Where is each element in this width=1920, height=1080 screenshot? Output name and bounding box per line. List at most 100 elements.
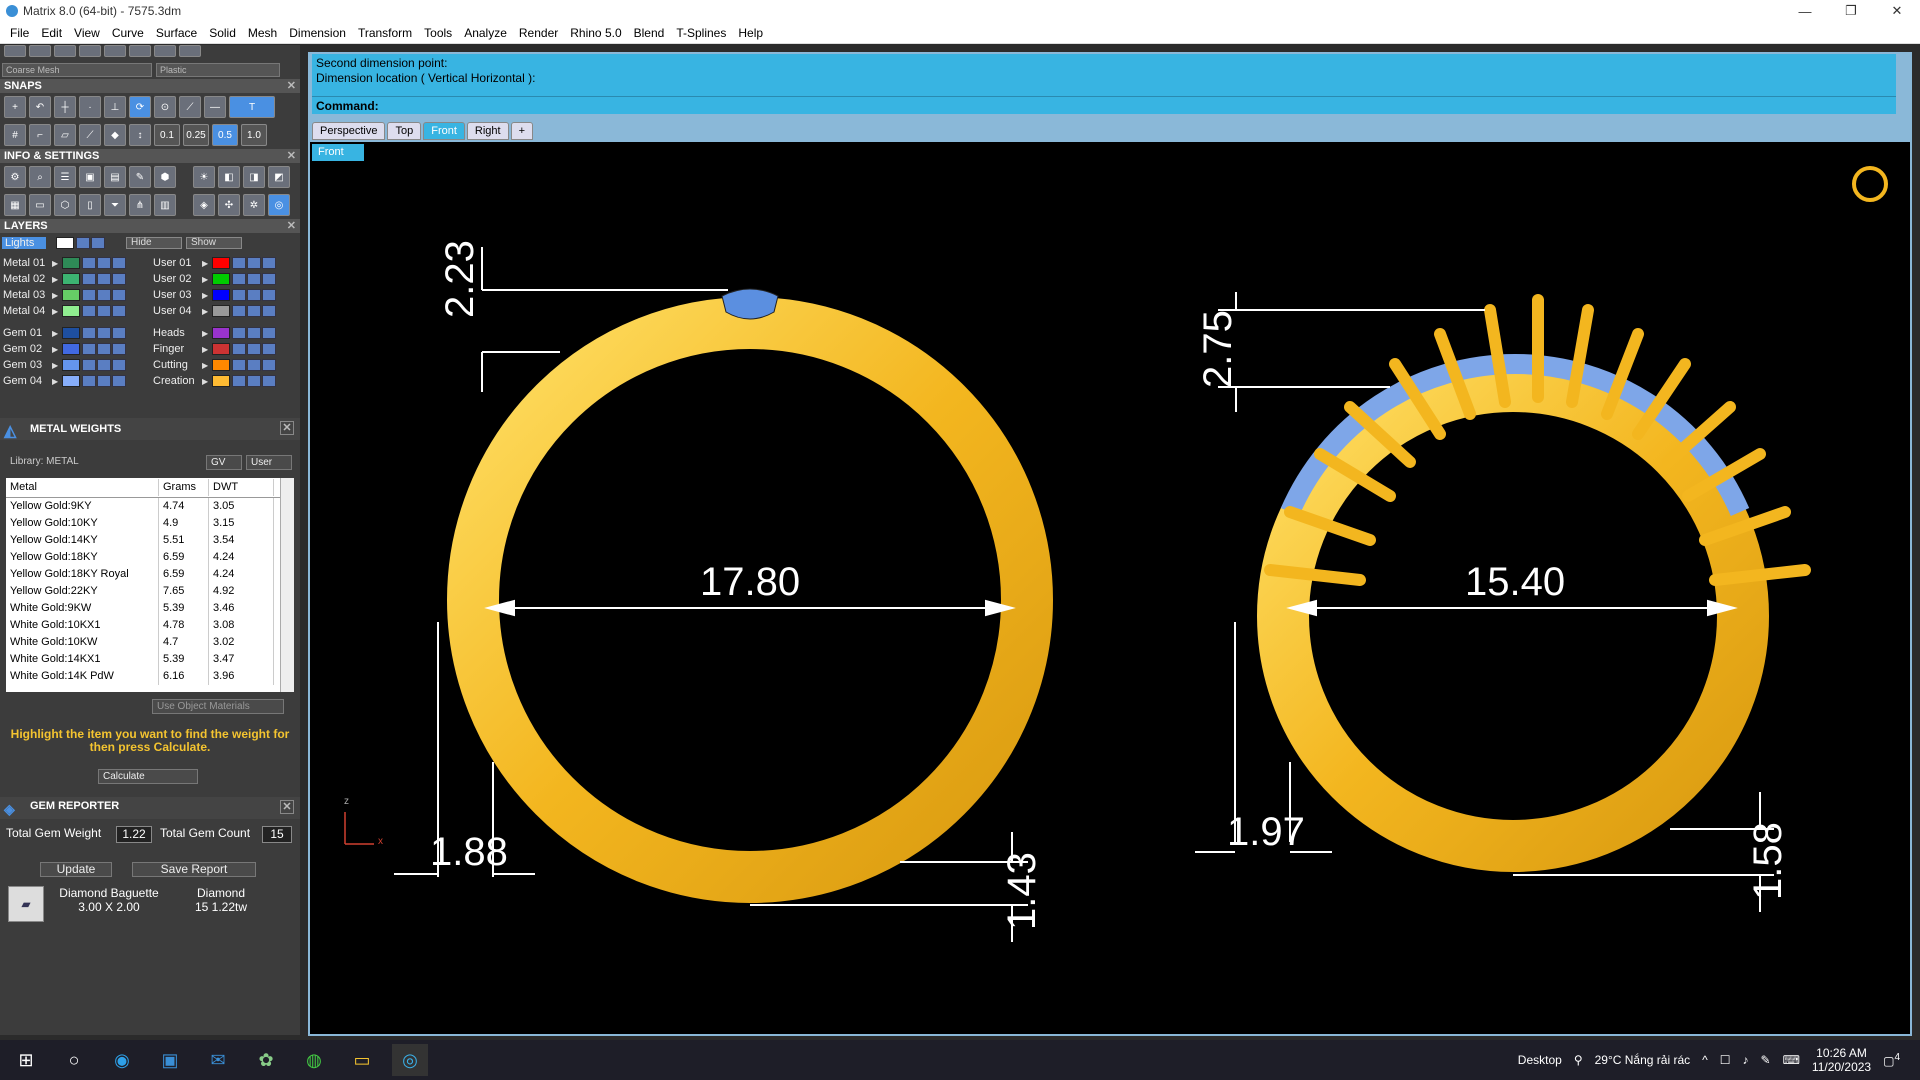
dim-ring-2-top[interactable]: 2.75 — [1196, 310, 1241, 388]
layer-row[interactable]: Metal 01 ▶ — [0, 255, 150, 271]
table-row[interactable]: Yellow Gold:9KY 4.74 3.05 — [6, 498, 294, 515]
header-grams[interactable]: Grams — [159, 479, 209, 496]
search-icon[interactable]: ⌕ — [29, 166, 51, 188]
header-dwt[interactable]: DWT — [209, 479, 274, 496]
mesh-icon[interactable]: ⬡ — [54, 194, 76, 216]
layer-toggle-icon[interactable] — [112, 305, 126, 317]
table-row[interactable]: White Gold:14KX1 5.39 3.47 — [6, 651, 294, 668]
tool-icon[interactable] — [4, 45, 26, 57]
cube-icon[interactable]: ⬢ — [154, 166, 176, 188]
layer-color-swatch[interactable] — [212, 305, 230, 317]
layer-toggle-icon[interactable] — [97, 359, 111, 371]
layer-toggle-icon[interactable] — [247, 343, 261, 355]
show-button[interactable]: Show — [186, 237, 242, 249]
menu-file[interactable]: File — [4, 26, 35, 40]
layer-toggle-icon[interactable] — [247, 273, 261, 285]
gem-icon[interactable]: ◈ — [193, 194, 215, 216]
desktop-label[interactable]: Desktop — [1518, 1053, 1562, 1067]
expand-icon[interactable]: ▶ — [202, 291, 212, 300]
layer-toggle-icon[interactable] — [232, 273, 246, 285]
menu-transform[interactable]: Transform — [352, 26, 418, 40]
layer-toggle-icon[interactable] — [97, 327, 111, 339]
layer-toggle-icon[interactable] — [112, 375, 126, 387]
layer-color-swatch[interactable] — [62, 273, 80, 285]
layer-toggle-icon[interactable] — [97, 375, 111, 387]
snap-line-icon[interactable]: — — [204, 96, 226, 118]
layer-toggle-icon[interactable] — [232, 327, 246, 339]
front-viewport[interactable]: 17.80 2.23 1.88 1.43 15.40 2.75 1.97 1.5… — [310, 142, 1910, 1034]
layer-color-swatch[interactable] — [212, 343, 230, 355]
weather[interactable]: 29°C Nắng rải rác — [1595, 1053, 1691, 1067]
layer-toggle-icon[interactable] — [97, 289, 111, 301]
tool-icon[interactable] — [104, 45, 126, 57]
expand-icon[interactable]: ▶ — [52, 275, 62, 284]
layer-row[interactable]: Metal 04 ▶ — [0, 303, 150, 319]
menu-tools[interactable]: Tools — [418, 26, 458, 40]
table-scrollbar[interactable] — [280, 478, 294, 692]
expand-icon[interactable]: ▶ — [52, 259, 62, 268]
user-toggle[interactable]: User — [246, 455, 292, 470]
lights-label[interactable]: Lights — [2, 237, 46, 249]
layer-toggle-icon[interactable] — [262, 257, 276, 269]
snap-value-3[interactable]: 0.5 — [212, 124, 238, 146]
hide-button[interactable]: Hide — [126, 237, 182, 249]
cylinder-icon[interactable]: ▯ — [79, 194, 101, 216]
layer-toggle-icon[interactable] — [82, 359, 96, 371]
tool-icon[interactable] — [179, 45, 201, 57]
table-row[interactable]: Yellow Gold:14KY 5.51 3.54 — [6, 532, 294, 549]
windows-start-icon[interactable]: ⊞ — [8, 1044, 44, 1076]
gem-row[interactable]: ▰ Diamond Baguette 3.00 X 2.00 Diamond 1… — [8, 886, 268, 922]
snap-end-icon[interactable]: + — [4, 96, 26, 118]
ortho-icon[interactable]: ⌐ — [29, 124, 51, 146]
network-icon[interactable]: ⋔ — [129, 194, 151, 216]
layer-toggle-icon[interactable] — [82, 327, 96, 339]
settings-icon[interactable]: ⚙ — [4, 166, 26, 188]
layer-toggle-icon[interactable] — [232, 359, 246, 371]
layer-toggle-icon[interactable] — [262, 343, 276, 355]
minimize-button[interactable]: — — [1782, 0, 1828, 22]
dim-ring-1-diameter[interactable]: 17.80 — [700, 560, 800, 605]
layer-row[interactable]: Heads ▶ — [150, 325, 300, 341]
layer-color-swatch[interactable] — [62, 327, 80, 339]
box-icon[interactable]: ▣ — [79, 166, 101, 188]
edge-icon[interactable]: ◉ — [104, 1044, 140, 1076]
app-icon[interactable]: ✿ — [248, 1044, 284, 1076]
save-report-button[interactable]: Save Report — [132, 862, 256, 877]
tab-front[interactable]: Front — [423, 122, 465, 140]
layer-toggle-icon[interactable] — [97, 305, 111, 317]
layers-icon[interactable]: ☰ — [54, 166, 76, 188]
use-object-materials[interactable]: Use Object Materials — [152, 699, 284, 714]
close-icon[interactable]: ✕ — [280, 800, 294, 814]
layer-toggle-icon[interactable] — [262, 375, 276, 387]
tab-perspective[interactable]: Perspective — [312, 122, 386, 140]
layer-row[interactable]: Gem 04 ▶ — [0, 373, 150, 389]
snap-value-4[interactable]: 1.0 — [241, 124, 267, 146]
notifications-icon[interactable]: ▢4 — [1883, 1052, 1900, 1068]
snap-point-icon[interactable]: · — [79, 96, 101, 118]
layer-color-swatch[interactable] — [212, 359, 230, 371]
expand-icon[interactable]: ▶ — [202, 361, 212, 370]
dim-ring-1-side[interactable]: 1.88 — [430, 830, 508, 875]
layer-toggle-icon[interactable] — [262, 359, 276, 371]
layer-toggle-icon[interactable] — [262, 289, 276, 301]
dim-ring-2-side[interactable]: 1.97 — [1227, 810, 1305, 855]
command-input[interactable]: Command: — [312, 96, 1896, 114]
snap-mid-icon[interactable]: ┼ — [54, 96, 76, 118]
menu-help[interactable]: Help — [732, 26, 769, 40]
calculate-button[interactable]: Calculate — [98, 769, 198, 784]
layer-toggle-icon[interactable] — [82, 305, 96, 317]
layer-color-swatch[interactable] — [62, 343, 80, 355]
layer-color-swatch[interactable] — [62, 375, 80, 387]
layer-toggle-icon[interactable] — [112, 343, 126, 355]
dim-ring-1-bottom[interactable]: 1.43 — [1000, 852, 1045, 930]
dim-ring-2-bottom[interactable]: 1.58 — [1746, 822, 1791, 900]
gumball-icon[interactable]: ◆ — [104, 124, 126, 146]
table-row[interactable]: Yellow Gold:10KY 4.9 3.15 — [6, 515, 294, 532]
pen-icon[interactable]: ✎ — [129, 166, 151, 188]
tool-icon[interactable] — [79, 45, 101, 57]
menu-mesh[interactable]: Mesh — [242, 26, 283, 40]
layer-toggle-icon[interactable] — [82, 289, 96, 301]
expand-icon[interactable]: ▶ — [202, 275, 212, 284]
layer-toggle-icon[interactable] — [97, 273, 111, 285]
layer-color-swatch[interactable] — [212, 273, 230, 285]
